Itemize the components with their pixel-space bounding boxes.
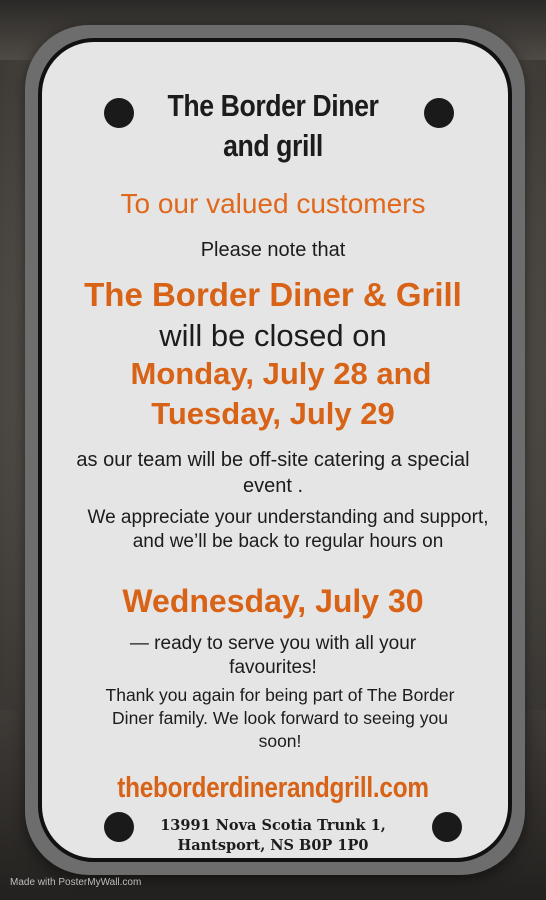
header-line-1: The Border Diner [167,88,379,123]
address: 13991 Nova Scotia Trunk 1, Hantsport, NS… [0,816,546,856]
header-line-2: and grill [223,128,323,163]
closure-date-2: Tuesday, July 29 [151,396,395,431]
closed-text: will be closed on [159,318,387,353]
reason-text: as our team will be off-site catering a … [76,449,470,497]
thanks-text: Thank you again for being part of The Bo… [105,685,455,751]
restaurant-name: The Border Diner & Grill [84,276,462,313]
appreciation-text: We appreciate your understanding and sup… [87,507,489,552]
note-text: Please note that [200,239,346,261]
reopen-date: Wednesday, July 30 [122,583,424,619]
closure-dates: Monday, July 28 and Tuesday, July 29 [0,354,546,434]
closure-date-1: Monday, July 28 and [130,356,432,391]
address-line-2: Hantsport, NS B0P 1P0 [177,837,369,854]
ready-text: — ready to serve you with all your favou… [129,633,417,678]
sign-header: The Border Diner and grill [38,86,508,166]
address-line-1: 13991 Nova Scotia Trunk 1, [160,817,386,834]
greeting: To our valued customers [120,188,426,219]
website-link[interactable]: theborderdinerandgrill.com [44,772,503,805]
watermark: Made with PosterMyWall.com [10,877,142,888]
